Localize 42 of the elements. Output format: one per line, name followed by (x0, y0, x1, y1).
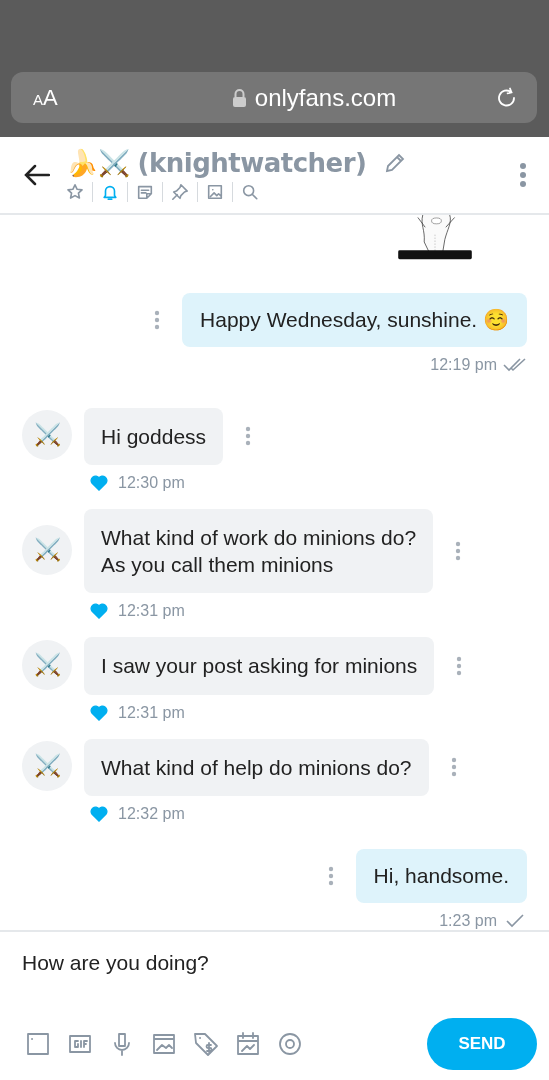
message-bubble: What kind of help do minions do? (84, 738, 429, 796)
heart-icon[interactable] (90, 603, 108, 620)
heart-icon[interactable] (90, 806, 108, 822)
message-bubble: What kind of work do minions do? As you call them minions (84, 508, 434, 594)
image-icon[interactable] (24, 1030, 52, 1058)
message-time: 12:30 pm (118, 473, 185, 492)
text-size-button[interactable]: AA (33, 84, 153, 111)
url-text: onlyfans.com (254, 83, 397, 112)
more-icon[interactable] (154, 309, 161, 330)
edit-icon[interactable] (384, 152, 407, 174)
more-icon[interactable] (456, 656, 463, 677)
price-tag-icon[interactable] (192, 1030, 220, 1058)
message-bubble: Hi goddess (84, 407, 224, 465)
avatar[interactable]: ⚔ (22, 639, 72, 690)
lock-icon (231, 87, 247, 108)
message-time: 12:19 pm (430, 355, 497, 374)
heart-icon[interactable] (90, 704, 108, 721)
star-icon[interactable] (66, 182, 84, 202)
pin-icon[interactable] (171, 182, 189, 202)
message-field[interactable]: How are you doing? (22, 948, 537, 978)
more-icon[interactable] (245, 426, 252, 447)
more-icon[interactable] (519, 162, 527, 188)
avatar[interactable]: ⚔ (22, 740, 72, 791)
heart-icon[interactable] (90, 474, 108, 491)
more-icon[interactable] (450, 757, 457, 778)
message-time: 12:31 pm (118, 703, 185, 722)
message-bubble: I saw your post asking for minions (84, 637, 435, 695)
image-icon[interactable] (206, 182, 224, 202)
chat-title: 🍌⚔ (knightwatcher) (66, 148, 367, 178)
message-bubble: Happy Wednesday, sunshine. ☺ (182, 292, 527, 347)
avatar[interactable]: ⚔ (22, 524, 72, 575)
search-icon[interactable] (241, 182, 259, 202)
address-bar[interactable]: AA onlyfans.com (11, 72, 537, 123)
message-time: 1:23 pm (439, 912, 497, 930)
message-bubble: Hi, handsome. (355, 849, 527, 903)
more-icon[interactable] (455, 541, 462, 562)
back-icon[interactable] (24, 164, 50, 186)
message-time: 12:31 pm (118, 602, 185, 621)
calendar-icon[interactable] (234, 1030, 262, 1058)
more-icon[interactable] (327, 866, 334, 886)
message-time: 12:32 pm (118, 805, 185, 823)
avatar[interactable]: ⚔ (22, 409, 72, 460)
